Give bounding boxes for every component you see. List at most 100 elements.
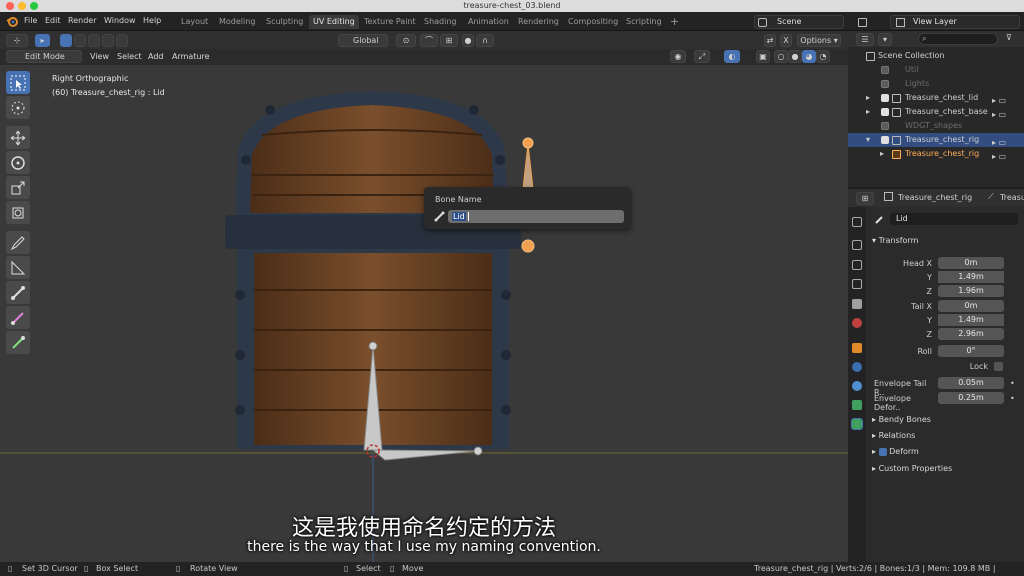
visibility-icons[interactable]: ▸ ▭ [992, 94, 1016, 105]
expand-arrow-icon[interactable]: ▸ [866, 91, 870, 105]
tab-scripting[interactable]: Scripting [622, 15, 666, 29]
snap-toggle[interactable]: ⌒ [420, 34, 438, 47]
tool-bone-roll[interactable] [6, 331, 30, 354]
tool-move[interactable] [6, 126, 30, 149]
world-tab-icon[interactable] [852, 318, 862, 328]
xray-toggle-icon[interactable]: ▣ [756, 50, 770, 63]
head-y-field[interactable]: 1.49m [938, 271, 1004, 283]
mirror-toggle-icon[interactable]: ⇄ [764, 34, 776, 47]
outliner-row-util[interactable]: Util [848, 63, 1024, 77]
pivot-point-dropdown[interactable]: ⊙ [396, 34, 416, 47]
tab-modeling[interactable]: Modeling [215, 15, 259, 29]
editor-type-button[interactable]: ⊹ [6, 34, 28, 47]
menu-render[interactable]: Render [68, 16, 96, 25]
shading-rendered-icon[interactable]: ◔ [816, 50, 830, 63]
blender-logo-icon[interactable] [6, 16, 18, 27]
bone-name-field[interactable]: Lid [890, 213, 1018, 225]
menu-edit[interactable]: Edit [45, 16, 61, 25]
transform-orientation-dropdown[interactable]: Global [338, 34, 388, 47]
tab-sculpting[interactable]: Sculpting [262, 15, 307, 29]
tool-extrude[interactable] [6, 281, 30, 304]
tab-uv-editing[interactable]: UV Editing [309, 15, 359, 29]
zoom-window-button[interactable] [30, 2, 38, 10]
menu-add[interactable]: Add [148, 52, 164, 61]
visibility-icons[interactable]: ▸ ▭ [992, 150, 1016, 161]
outliner-search-input[interactable] [918, 33, 998, 45]
copy-scene-icon[interactable] [858, 18, 867, 27]
select-mode-new-button[interactable] [60, 34, 72, 47]
exclude-checkbox[interactable] [881, 122, 889, 130]
minimize-window-button[interactable] [18, 2, 26, 10]
tool-rotate[interactable] [6, 151, 30, 174]
menu-select[interactable]: Select [117, 52, 142, 61]
tab-layout[interactable]: Layout [177, 15, 212, 29]
tool-select-box[interactable] [6, 71, 30, 94]
head-x-field[interactable]: 0m [938, 257, 1004, 269]
tab-rendering[interactable]: Rendering [514, 15, 563, 29]
envelope-deform-field[interactable]: 0.25m [938, 392, 1004, 404]
menu-view[interactable]: View [90, 52, 109, 61]
overlays-toggle-icon[interactable]: ◐ [724, 50, 740, 63]
shading-wireframe-icon[interactable]: ○ [774, 50, 788, 63]
select-tool-button[interactable]: ▸ [35, 34, 50, 47]
keyframe-dot-icon[interactable]: • [1010, 394, 1015, 403]
tool-tab-icon[interactable] [852, 217, 862, 227]
visibility-icons[interactable]: ▸ ▭ [992, 108, 1016, 119]
armature-tab-icon[interactable] [852, 400, 862, 410]
exclude-checkbox[interactable] [881, 108, 889, 116]
tool-scale[interactable] [6, 176, 30, 199]
tail-y-field[interactable]: 1.49m [938, 314, 1004, 326]
deform-checkbox[interactable] [878, 447, 887, 456]
render-tab-icon[interactable] [852, 240, 862, 250]
outliner-editor-type-button[interactable]: ☰ [856, 33, 874, 46]
roll-field[interactable]: 0° [938, 345, 1004, 357]
select-mode-extend-button[interactable] [74, 34, 86, 47]
exclude-checkbox[interactable] [881, 136, 889, 144]
gizmo-toggle-icon[interactable]: ⤢ [694, 50, 710, 63]
outliner-row-treasure-chest-rig-collection[interactable]: ▾ Treasure_chest_rig ▸ ▭ [848, 133, 1024, 147]
mode-dropdown[interactable]: Edit Mode [6, 50, 82, 63]
close-window-button[interactable] [6, 2, 14, 10]
exclude-checkbox[interactable] [881, 66, 889, 74]
tool-measure[interactable] [6, 256, 30, 279]
menu-armature[interactable]: Armature [172, 52, 210, 61]
scene-tab-icon[interactable] [852, 299, 862, 309]
collapse-arrow-icon[interactable]: ▾ [866, 133, 870, 147]
tab-animation[interactable]: Animation [464, 15, 513, 29]
tool-bone-size[interactable] [6, 306, 30, 329]
visibility-icons[interactable]: ▸ ▭ [992, 136, 1016, 147]
view-layer-tab-icon[interactable] [852, 279, 862, 289]
view-layer-selector[interactable]: View Layer [890, 15, 1020, 29]
exclude-checkbox[interactable] [881, 80, 889, 88]
outliner-row-lights[interactable]: Lights [848, 77, 1024, 91]
snap-element-dropdown[interactable]: ⊞ [440, 34, 458, 47]
mirror-x-button[interactable]: X [780, 34, 792, 47]
expand-arrow-icon[interactable]: ▸ [880, 147, 884, 161]
outliner-display-mode-button[interactable]: ▾ [878, 33, 892, 46]
filter-icon[interactable]: ⊽ [1006, 33, 1012, 42]
section-custom-properties[interactable]: ▸ Custom Properties [872, 464, 952, 473]
visibility-eye-icon[interactable]: ◉ [670, 50, 686, 63]
breadcrumb-bone[interactable]: Treasu [1000, 193, 1024, 202]
outliner-row-treasure-chest-rig-armature[interactable]: ▸ Treasure_chest_rig ▸ ▭ [848, 147, 1024, 161]
select-mode-subtract-button[interactable] [88, 34, 100, 47]
head-z-field[interactable]: 1.96m [938, 285, 1004, 297]
exclude-checkbox[interactable] [881, 94, 889, 102]
lock-checkbox[interactable] [994, 362, 1003, 371]
section-transform[interactable]: ▾ Transform [872, 236, 918, 245]
properties-editor-type-button[interactable]: ⊞ [856, 192, 874, 205]
menu-file[interactable]: File [24, 16, 37, 25]
breadcrumb-object[interactable]: Treasure_chest_rig [898, 193, 972, 202]
tool-annotate[interactable] [6, 231, 30, 254]
add-workspace-button[interactable]: + [666, 15, 683, 29]
section-bendy-bones[interactable]: ▸ Bendy Bones [872, 415, 931, 424]
bone-name-input[interactable]: Lid [448, 210, 624, 223]
tool-transform[interactable] [6, 201, 30, 224]
constraints-tab-icon[interactable] [852, 381, 862, 391]
bone-tab-icon[interactable] [851, 418, 863, 430]
outliner-row-wdgt-shapes[interactable]: WDGT_shapes [848, 119, 1024, 133]
scene-selector[interactable]: Scene [754, 15, 844, 29]
modifiers-tab-icon[interactable] [852, 362, 862, 372]
tail-x-field[interactable]: 0m [938, 300, 1004, 312]
shading-solid-icon[interactable]: ● [788, 50, 802, 63]
